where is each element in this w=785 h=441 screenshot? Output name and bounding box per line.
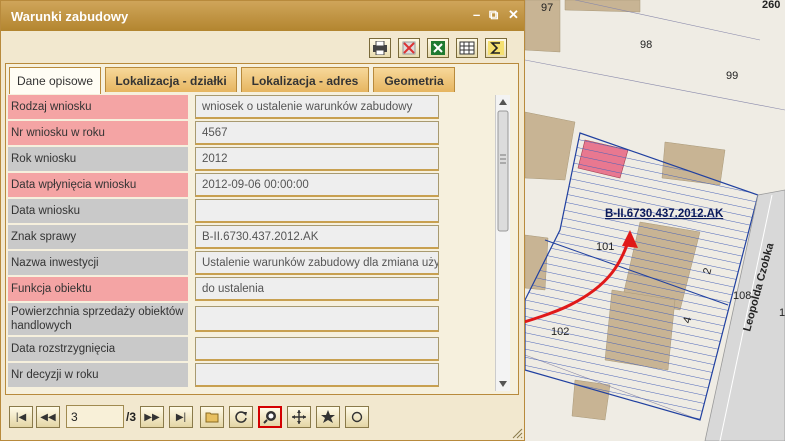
tab-lokalizacja-adres[interactable]: Lokalizacja - adres: [241, 67, 369, 92]
tab-lokalizacja-dzialki[interactable]: Lokalizacja - działki: [105, 67, 237, 92]
circle-select-button[interactable]: [345, 406, 369, 428]
window-titlebar[interactable]: Warunki zabudowy – ⧉ ✕: [1, 1, 524, 31]
popout-icon[interactable]: ⧉: [489, 7, 498, 23]
scroll-thumb[interactable]: [497, 110, 509, 232]
parcel-number-label: 102: [551, 326, 569, 338]
field-value[interactable]: [195, 199, 439, 223]
last-record-button[interactable]: ▶|: [169, 406, 193, 428]
zoom-to-feature-button[interactable]: [258, 406, 282, 428]
field-value[interactable]: B-II.6730.437.2012.AK: [195, 225, 439, 249]
print-button[interactable]: [369, 38, 391, 58]
excel-export-button[interactable]: [427, 38, 449, 58]
field-label: Data wpłynięcia wniosku: [8, 173, 188, 197]
form-row: Data wpłynięcia wniosku 2012-09-06 00:00…: [8, 173, 492, 199]
feature-panel: Warunki zabudowy – ⧉ ✕ Dane opisowe Loka…: [0, 0, 525, 441]
field-label: Rok wniosku: [8, 147, 188, 171]
close-icon[interactable]: ✕: [508, 7, 519, 23]
tab-geometria[interactable]: Geometria: [373, 67, 455, 92]
first-record-button[interactable]: |◀: [9, 406, 33, 428]
address-number-label: 260: [762, 0, 780, 11]
form-row: Rodzaj wniosku wniosek o ustalenie warun…: [8, 95, 492, 121]
previous-record-button[interactable]: ◀◀: [36, 406, 60, 428]
form-row: Rok wniosku 2012: [8, 147, 492, 173]
scroll-up-icon[interactable]: [499, 99, 507, 105]
field-value[interactable]: [195, 306, 439, 332]
parcel-number-label: 98: [640, 39, 652, 51]
field-value[interactable]: do ustalenia: [195, 277, 439, 301]
field-label: Funkcja obiektu: [8, 277, 188, 301]
refresh-icon: [235, 411, 247, 423]
field-value[interactable]: Ustalenie warunków zabudowy dla zmiana u…: [195, 251, 439, 275]
parcel-number-label: 97: [541, 2, 553, 14]
field-label: Nr wniosku w roku: [8, 121, 188, 145]
form-row: Nr wniosku w roku 4567: [8, 121, 492, 147]
minimize-icon[interactable]: –: [473, 7, 480, 22]
field-label: Nr decyzji w roku: [8, 363, 188, 387]
tab-dane-opisowe[interactable]: Dane opisowe: [9, 67, 101, 94]
next-record-button[interactable]: ▶▶: [140, 406, 164, 428]
folder-icon: [205, 412, 219, 423]
window-title: Warunki zabudowy: [11, 9, 129, 24]
field-label: Znak sprawy: [8, 225, 188, 249]
form-row: Znak sprawy B-II.6730.437.2012.AK: [8, 225, 492, 251]
parcel-number-label: 101: [596, 241, 614, 253]
field-value[interactable]: wniosek o ustalenie warunków zabudowy: [195, 95, 439, 119]
form-row: Data rozstrzygnięcia: [8, 337, 492, 363]
address-number-label: 1: [779, 307, 785, 319]
form-row: Funkcja obiektu do ustalenia: [8, 277, 492, 303]
record-total: /3: [126, 410, 137, 424]
favorite-button[interactable]: [316, 406, 340, 428]
field-label: Data wniosku: [8, 199, 188, 223]
parcel-case-label: B-II.6730.437.2012.AK: [605, 208, 724, 220]
field-label: Powierzchnia sprzedaży obiektów handlowy…: [8, 303, 188, 335]
sum-button[interactable]: [485, 38, 507, 58]
sum-icon: [488, 41, 504, 55]
field-value[interactable]: 2012: [195, 147, 439, 171]
delete-button[interactable]: [398, 38, 420, 58]
excel-export-icon: [431, 41, 445, 55]
open-folder-button[interactable]: [200, 406, 224, 428]
print-icon: [373, 41, 387, 55]
zoom-icon: [263, 411, 276, 424]
field-value[interactable]: 2012-09-06 00:00:00: [195, 173, 439, 197]
field-label: Rodzaj wniosku: [8, 95, 188, 119]
star-icon: [321, 410, 335, 423]
resize-grip-icon[interactable]: [511, 427, 523, 439]
pan-button[interactable]: [287, 406, 311, 428]
attribute-form: Rodzaj wniosku wniosek o ustalenie warun…: [8, 95, 492, 391]
field-label: Data rozstrzygnięcia: [8, 337, 188, 361]
pan-icon: [292, 410, 306, 424]
form-row: Nr decyzji w roku: [8, 363, 492, 389]
scroll-down-icon[interactable]: [499, 381, 507, 387]
delete-icon: [402, 41, 416, 55]
circle-icon: [351, 411, 363, 423]
field-value[interactable]: [195, 363, 439, 387]
form-row: Nazwa inwestycji Ustalenie warunków zabu…: [8, 251, 492, 277]
parcel-number-label: 99: [726, 70, 738, 82]
table-button[interactable]: [456, 38, 478, 58]
vertical-scrollbar[interactable]: [495, 95, 510, 391]
record-number-input[interactable]: [66, 405, 124, 428]
form-row: Powierzchnia sprzedaży obiektów handlowy…: [8, 303, 492, 337]
table-icon: [459, 41, 475, 55]
field-label: Nazwa inwestycji: [8, 251, 188, 275]
refresh-button[interactable]: [229, 406, 253, 428]
field-value[interactable]: [195, 337, 439, 361]
form-row: Data wniosku: [8, 199, 492, 225]
field-value[interactable]: 4567: [195, 121, 439, 145]
